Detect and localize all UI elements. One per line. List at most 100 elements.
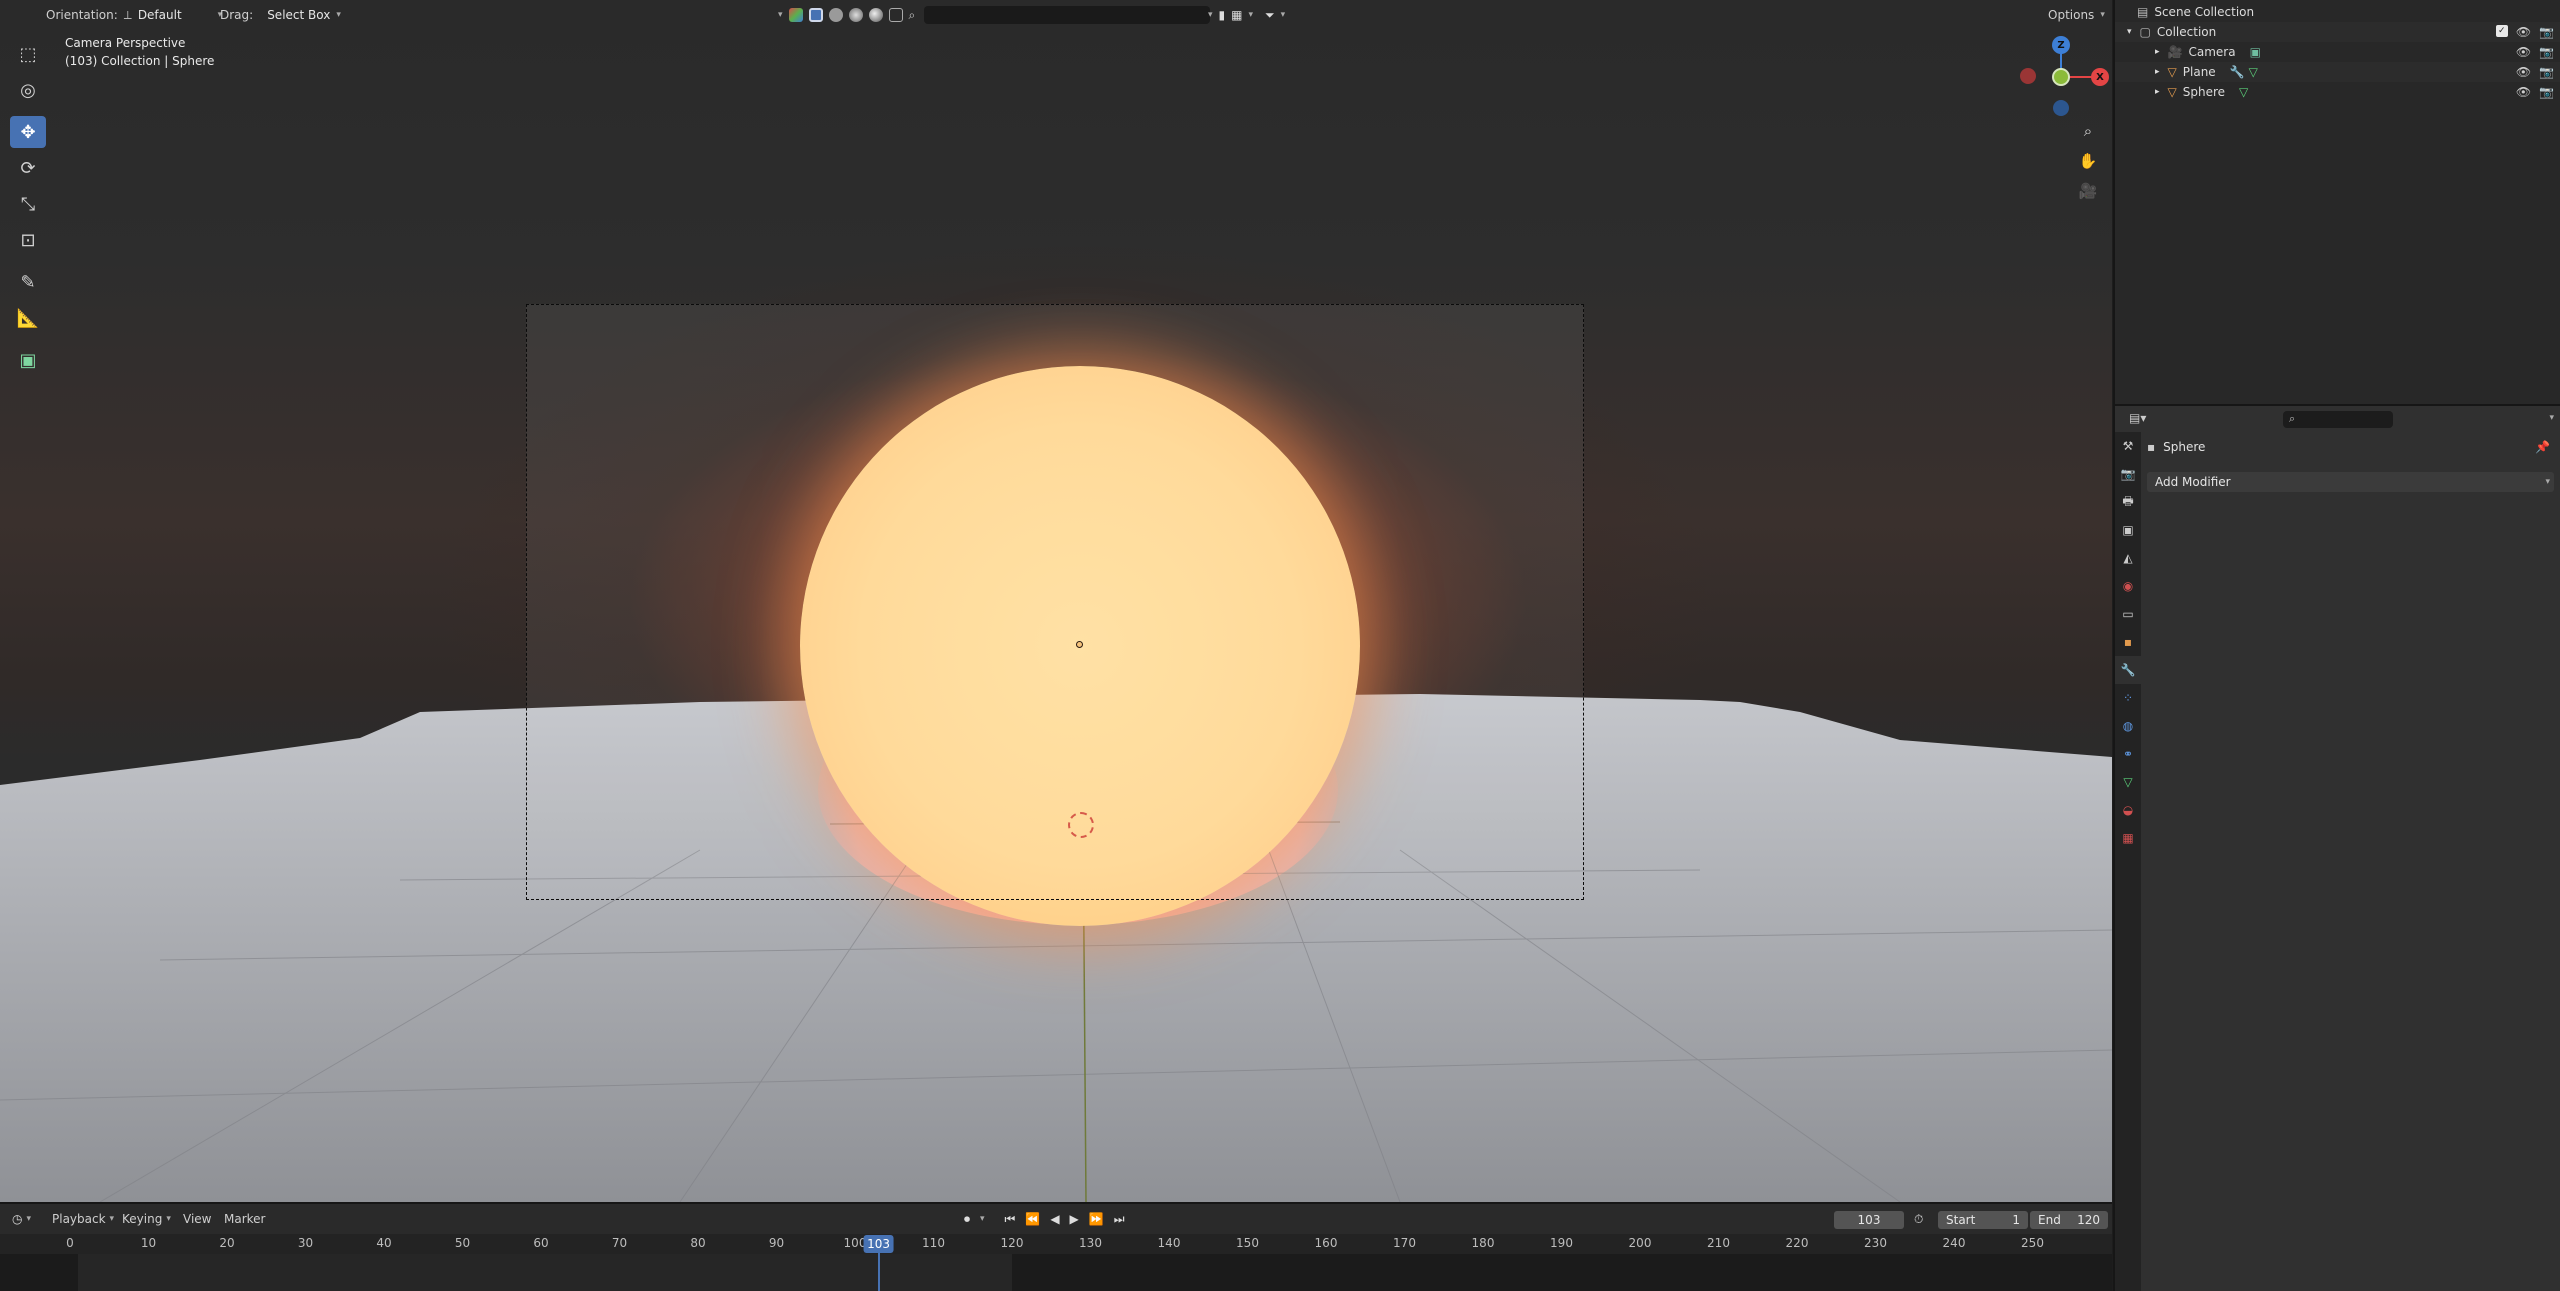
options-menu[interactable]: Options ▾ <box>2048 0 2105 30</box>
expand-arrow-icon[interactable]: ▾ <box>2127 27 2132 37</box>
physics-tab-icon[interactable]: ◍ <box>2115 712 2141 740</box>
eye-icon[interactable]: 👁 <box>2516 85 2531 99</box>
outliner-row-collection[interactable]: ▾ ▢ Collection ✓ 👁 📷 <box>2115 22 2560 42</box>
object-type-visibility-icon[interactable] <box>788 8 803 22</box>
zoom-icon[interactable]: ⌕ <box>2075 118 2101 144</box>
data-tab-icon[interactable]: ▽ <box>2115 768 2141 796</box>
chevron-down-icon[interactable]: ▾ <box>778 10 783 20</box>
eye-icon[interactable]: 👁 <box>2516 25 2531 39</box>
particles-tab-icon[interactable]: ⁘ <box>2115 684 2141 712</box>
material-tab-icon[interactable]: ◒ <box>2115 796 2141 824</box>
jump-start-icon[interactable]: ⏮ <box>1005 1212 1016 1227</box>
collection-tab-icon[interactable]: ▭ <box>2115 600 2141 628</box>
3d-cursor[interactable] <box>1068 812 1094 838</box>
play-icon[interactable]: ▶ <box>1070 1212 1079 1226</box>
next-keyframe-icon[interactable]: ⏩ <box>1089 1212 1104 1226</box>
scene-tab-icon[interactable]: ◭ <box>2115 544 2141 572</box>
chevron-down-icon[interactable]: ▾ <box>980 1214 985 1224</box>
outliner-row-camera[interactable]: ▸ 🎥 Camera ▣ 👁 📷 <box>2115 42 2560 62</box>
gizmo-x-axis[interactable]: X <box>2091 68 2109 86</box>
chevron-down-icon[interactable]: ▾ <box>1248 10 1253 20</box>
view-layer-tab-icon[interactable]: ▣ <box>2115 516 2141 544</box>
cursor-icon[interactable]: ◎ <box>10 74 46 106</box>
play-reverse-icon[interactable]: ◀ <box>1050 1212 1059 1226</box>
gizmo-neg-z-axis[interactable] <box>2053 100 2069 116</box>
current-frame-field[interactable]: 103 <box>1834 1211 1904 1229</box>
gizmo-neg-x-axis[interactable] <box>2020 68 2036 84</box>
menu-playback[interactable]: Playback ▾ <box>52 1204 114 1234</box>
output-tab-icon[interactable]: 🖶 <box>2115 488 2141 516</box>
preview-range-toggle[interactable]: ⏱ <box>1914 1204 1923 1234</box>
render-tab-icon[interactable]: 📷 <box>2115 460 2141 488</box>
record-icon[interactable]: ⏺ <box>964 1212 970 1227</box>
drag-selector[interactable]: Drag: Select Box ▾ <box>220 0 341 30</box>
menu-marker[interactable]: Marker <box>224 1204 265 1234</box>
tool-tab-icon[interactable]: ⚒ <box>2115 432 2141 460</box>
prev-keyframe-icon[interactable]: ⏪ <box>1025 1212 1040 1226</box>
eye-icon[interactable]: 👁 <box>2516 45 2531 59</box>
expand-arrow-icon[interactable]: ▸ <box>2155 47 2160 57</box>
eye-icon[interactable]: 👁 <box>2516 65 2531 79</box>
filter-icon[interactable]: ⏷ <box>1265 8 1275 23</box>
camera-render-icon[interactable]: 📷 <box>2539 65 2554 79</box>
playhead[interactable]: 103 <box>863 1235 894 1253</box>
chevron-down-icon[interactable]: ▾ <box>2549 413 2554 423</box>
editor-type-button[interactable]: ◷ ▾ <box>12 1204 31 1234</box>
checkbox-icon[interactable]: ✓ <box>2495 25 2508 37</box>
properties-search-input[interactable]: ⌕ <box>2283 411 2393 428</box>
gizmo-z-axis[interactable]: Z <box>2052 36 2070 54</box>
expand-arrow-icon[interactable]: ▸ <box>2155 87 2160 97</box>
camera-data-icon[interactable]: ▣ <box>2250 45 2261 59</box>
editor-type-icon[interactable]: ▤▾ <box>2129 411 2146 425</box>
mesh-data-icon[interactable]: ▽ <box>2239 85 2248 99</box>
constraints-tab-icon[interactable]: ⚭ <box>2115 740 2141 768</box>
camera-render-icon[interactable]: 📷 <box>2539 25 2554 39</box>
outliner-row-scene-collection[interactable]: ▤ Scene Collection <box>2115 2 2560 22</box>
select-box-icon[interactable]: ⬚ <box>10 38 46 70</box>
measure-icon[interactable]: 📐 <box>10 302 46 334</box>
outliner-row-sphere[interactable]: ▸ ▽ Sphere ▽ 👁 📷 <box>2115 82 2560 102</box>
playhead-line[interactable] <box>877 1253 880 1291</box>
camera-render-icon[interactable]: 📷 <box>2539 85 2554 99</box>
solid-shading-icon[interactable] <box>828 8 843 22</box>
bookmark-icon[interactable]: ▮ <box>1219 8 1226 22</box>
3d-viewport[interactable]: Orientation: ⟂ Default ▾ Drag: Select Bo… <box>0 0 2112 1202</box>
add-modifier-button[interactable]: Add Modifier ▾ <box>2147 472 2554 492</box>
start-frame-field[interactable]: Start 1 <box>1938 1211 2028 1229</box>
texture-tab-icon[interactable]: ▦ <box>2115 824 2141 852</box>
timeline-ruler[interactable]: 0 10 20 30 40 50 60 70 80 90 100 110 120 130 140 150 160… <box>0 1234 2112 1254</box>
jump-end-icon[interactable]: ⏭ <box>1114 1212 1125 1227</box>
scale-icon[interactable]: ⤡ <box>10 188 46 220</box>
world-tab-icon[interactable]: ◉ <box>2115 572 2141 600</box>
navigation-gizmo[interactable]: Z X <box>2010 30 2110 130</box>
camera-view-icon[interactable]: 🎥 <box>2075 178 2101 204</box>
end-frame-field[interactable]: End 120 <box>2030 1211 2108 1229</box>
outliner-row-plane[interactable]: ▸ ▽ Plane 🔧 ▽ 👁 📷 <box>2115 62 2560 82</box>
annotate-icon[interactable]: ✎ <box>10 266 46 298</box>
modifier-icon[interactable]: 🔧 <box>2230 65 2245 79</box>
object-tab-icon[interactable]: ▪ <box>2115 628 2141 656</box>
pin-icon[interactable]: 📌 <box>2535 440 2550 454</box>
menu-keying[interactable]: Keying ▾ <box>122 1204 171 1234</box>
expand-arrow-icon[interactable]: ▸ <box>2155 67 2160 77</box>
viewport-search-input[interactable] <box>924 6 1210 24</box>
pan-hand-icon[interactable]: ✋ <box>2075 148 2101 174</box>
orientation-selector[interactable]: Orientation: ⟂ Default ▾ <box>46 0 222 30</box>
gizmo-y-axis[interactable] <box>2052 68 2070 86</box>
move-icon[interactable]: ✥ <box>10 116 46 148</box>
wireframe-shading-icon[interactable] <box>808 8 823 22</box>
material-shading-icon[interactable] <box>848 8 863 22</box>
chevron-down-icon[interactable]: ▾ <box>1208 10 1213 20</box>
mesh-data-icon[interactable]: ▽ <box>2249 65 2258 79</box>
rendered-shading-icon[interactable] <box>868 8 883 22</box>
add-cube-icon[interactable]: ▣ <box>10 344 46 376</box>
chevron-down-icon[interactable]: ▾ <box>1281 10 1286 20</box>
camera-render-icon[interactable]: 📷 <box>2539 45 2554 59</box>
render-region-icon[interactable] <box>888 8 903 22</box>
rotate-icon[interactable]: ⟳ <box>10 152 46 184</box>
object-origin[interactable] <box>1076 641 1083 648</box>
modifier-tab-icon[interactable]: 🔧 <box>2115 656 2141 684</box>
menu-view[interactable]: View <box>183 1204 211 1234</box>
transform-icon[interactable]: ⊡ <box>10 224 46 256</box>
layout-icon[interactable]: ▦ <box>1231 8 1242 22</box>
